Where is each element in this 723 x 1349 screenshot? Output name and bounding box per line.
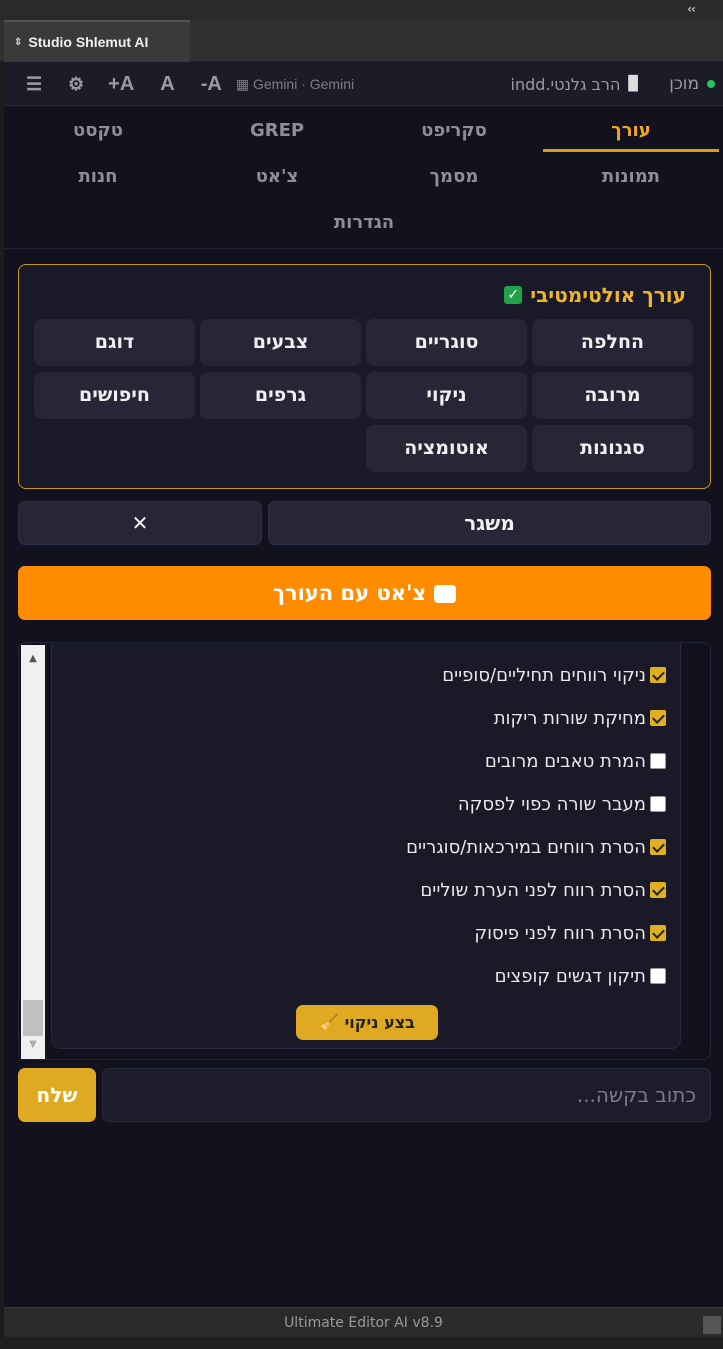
editor-title: עורך אולטימטיבי ✓ (504, 283, 686, 307)
tab-document[interactable]: מסמך (366, 158, 542, 198)
document-icon: ▉ (628, 76, 640, 92)
chat-bubble-icon (434, 576, 458, 630)
checkbox-forced-line-break[interactable] (650, 796, 666, 812)
checkbox-trim-spaces[interactable] (650, 667, 666, 683)
option-label: הסרת רווח לפני פיסוק (474, 922, 646, 944)
replace-button[interactable]: החלפה (532, 319, 693, 366)
scroll-down-icon[interactable]: ▼ (21, 1035, 45, 1055)
status-indicator-icon (707, 80, 715, 88)
broom-icon: 🧹 (319, 1013, 339, 1032)
styles-button[interactable]: סגנונות (532, 425, 693, 472)
sampler-button[interactable]: דוגם (34, 319, 195, 366)
searches-button[interactable]: חיפושים (34, 372, 195, 419)
panel-tab-arrows-icon[interactable]: ⇕ (14, 37, 22, 48)
option-label: הסרת רווחים במירכאות/סוגריים (406, 836, 646, 858)
check-icon[interactable]: ✓ (504, 286, 523, 304)
resize-grip[interactable] (703, 1316, 721, 1334)
model-selector[interactable]: ▦ Gemini · Gemini (236, 76, 354, 93)
option-delete-empty-lines[interactable]: מחיקת שורות ריקות (494, 706, 666, 730)
option-quotes-brackets-spaces[interactable]: הסרת רווחים במירכאות/סוגריים (406, 835, 666, 859)
font-decrease-button[interactable]: -A (201, 73, 222, 96)
collapse-panel-icon[interactable]: ‹‹ (687, 2, 696, 16)
colors-button[interactable]: צבעים (200, 319, 361, 366)
checkbox-quotes-brackets-spaces[interactable] (650, 839, 666, 855)
cleanup-options-list: ניקוי רווחים תחיליים/סופיים מחיקת שורות … (51, 643, 681, 1049)
document-name: הרב גלנטי.indd (510, 74, 621, 94)
option-label: ניקוי רווחים תחיליים/סופיים (442, 664, 646, 686)
tab-chat[interactable]: צ'אט (189, 158, 365, 198)
option-label: המרת טאבים מרובים (484, 750, 646, 772)
gear-icon[interactable]: ⚙ (68, 74, 84, 95)
header-tools: ☰ ⚙ +A A -A ▦ Gemini · Gemini (26, 62, 354, 106)
editor-title-text: עורך אולטימטיבי (530, 283, 686, 307)
ultimate-editor-box: עורך אולטימטיבי ✓ החלפה סוגריים צבעים דו… (18, 264, 711, 489)
run-cleanup-button[interactable]: בצע ניקוי 🧹 (296, 1005, 438, 1040)
model-icon: ▦ (235, 75, 253, 92)
footer-bar: Ultimate Editor AI v8.9 (4, 1307, 723, 1337)
font-reset-button[interactable]: A (160, 73, 174, 96)
graphs-button[interactable]: גרפים (200, 372, 361, 419)
scrollbar[interactable]: ▲ ▼ (21, 645, 45, 1059)
tab-settings[interactable]: הגדרות (276, 204, 452, 244)
window-chrome-top: ‹‹ (0, 0, 723, 20)
cleanup-options-panel: ▲ ▼ ניקוי רווחים תחיליים/סופיים מחיקת שו… (18, 642, 711, 1060)
option-label: מעבר שורה כפוי לפסקה (457, 793, 646, 815)
option-fix-jumping-dagesh[interactable]: תיקון דגשים קופצים (495, 964, 666, 988)
nav-tabs: עורך סקריפט GREP טקסט תמונות מסמך צ'אט ח… (4, 106, 723, 249)
status-text: מוכן (669, 74, 699, 94)
scroll-up-icon[interactable]: ▲ (21, 649, 45, 669)
version-label: Ultimate Editor AI v8.9 (284, 1315, 443, 1331)
scrollbar-thumb[interactable] (23, 1000, 43, 1036)
checkbox-delete-empty-lines[interactable] (650, 710, 666, 726)
panel-tabbar: ⇕ Studio Shlemut AI (0, 20, 723, 62)
option-label: הסרת רווח לפני הערת שוליים (420, 879, 646, 901)
plugin-panel: ☰ ⚙ +A A -A ▦ Gemini · Gemini מוכן ▉ הרב… (4, 62, 723, 1307)
checkbox-punctuation-space[interactable] (650, 925, 666, 941)
option-trim-spaces[interactable]: ניקוי רווחים תחיליים/סופיים (442, 663, 666, 687)
option-label: תיקון דגשים קופצים (494, 965, 646, 987)
brackets-button[interactable]: סוגריים (366, 319, 527, 366)
font-increase-button[interactable]: +A (108, 73, 134, 96)
header-status: מוכן ▉ הרב גלנטי.indd (511, 62, 715, 106)
checkbox-footnote-space[interactable] (650, 882, 666, 898)
menu-icon[interactable]: ☰ (26, 74, 46, 95)
multiple-button[interactable]: מרובה (532, 372, 693, 419)
tab-store[interactable]: חנות (10, 158, 186, 198)
model-label: Gemini · Gemini (252, 75, 355, 92)
tab-editor[interactable]: עורך (543, 112, 719, 152)
panel-tab[interactable]: ⇕ Studio Shlemut AI (4, 20, 190, 62)
run-cleanup-label: בצע ניקוי (344, 1013, 415, 1032)
automation-button[interactable]: אוטומציה (366, 425, 527, 472)
window-chrome-bottom (0, 1337, 723, 1349)
checkbox-convert-tabs[interactable] (650, 753, 666, 769)
tab-images[interactable]: תמונות (543, 158, 719, 198)
option-convert-tabs[interactable]: המרת טאבים מרובים (485, 749, 666, 773)
request-input[interactable] (102, 1068, 711, 1122)
tab-text[interactable]: טקסט (10, 112, 186, 152)
chat-with-editor-button[interactable]: צ'אט עם העורך (18, 566, 711, 630)
header-bar: ☰ ⚙ +A A -A ▦ Gemini · Gemini מוכן ▉ הרב… (4, 62, 723, 106)
close-icon[interactable]: ✕ (18, 501, 262, 545)
launch-button[interactable]: משגר (268, 501, 711, 545)
checkbox-fix-jumping-dagesh[interactable] (650, 968, 666, 984)
option-forced-line-break[interactable]: מעבר שורה כפוי לפסקה (458, 792, 666, 816)
panel-tab-title: Studio Shlemut AI (28, 34, 149, 50)
cleanup-button[interactable]: ניקוי (366, 372, 527, 419)
tab-script[interactable]: סקריפט (366, 112, 542, 152)
send-button[interactable]: שלח (18, 1068, 96, 1122)
option-punctuation-space[interactable]: הסרת רווח לפני פיסוק (474, 921, 666, 945)
option-label: מחיקת שורות ריקות (493, 707, 646, 729)
tab-grep[interactable]: GREP (189, 112, 365, 152)
chat-button-label: צ'אט עם העורך (272, 581, 427, 605)
option-footnote-space[interactable]: הסרת רווח לפני הערת שוליים (420, 878, 666, 902)
